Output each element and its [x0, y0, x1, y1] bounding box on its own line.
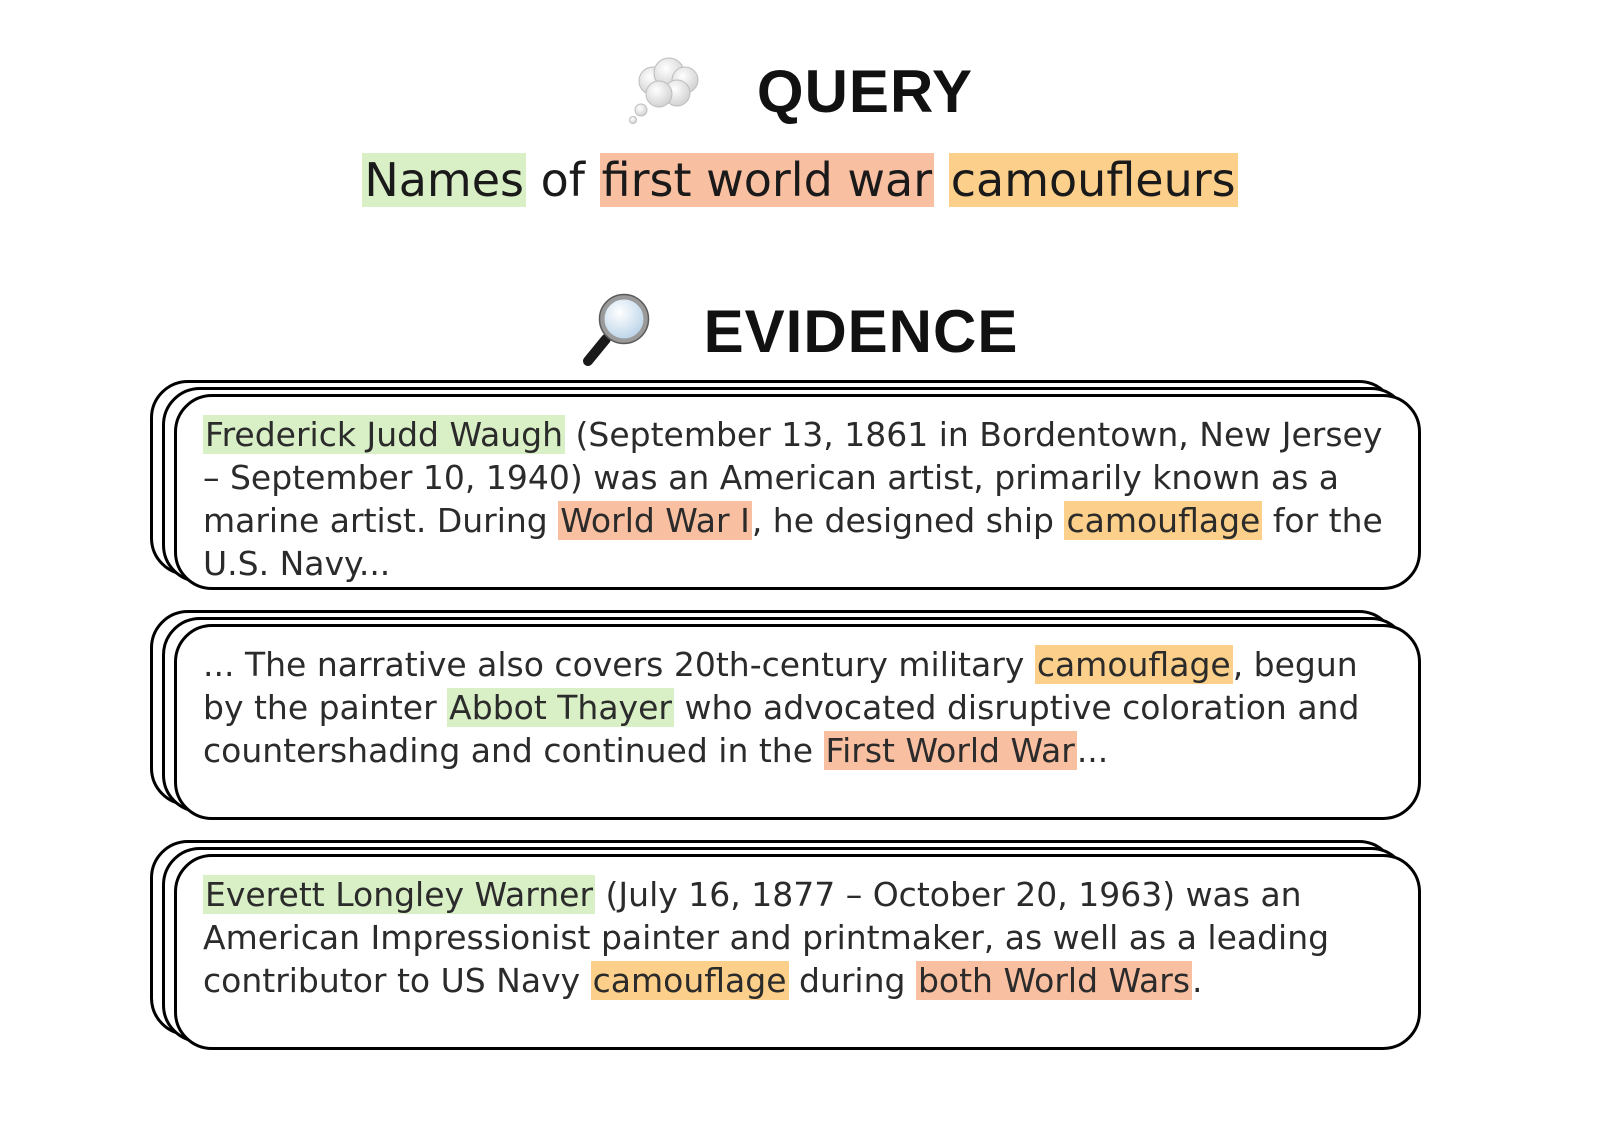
passage-segment: camouflage: [590, 961, 789, 1000]
evidence-card-3: Everett Longley Warner (July 16, 1877 – …: [150, 840, 1450, 1055]
evidence-card-2: ... The narrative also covers 20th-centu…: [150, 610, 1450, 825]
passage-segment: during: [788, 961, 916, 1000]
evidence-card-1: Frederick Judd Waugh (September 13, 1861…: [150, 380, 1450, 595]
evidence-passage: ... The narrative also covers 20th-centu…: [203, 643, 1394, 772]
passage-segment: , he designed ship: [751, 501, 1065, 540]
query-title: QUERY: [756, 57, 974, 125]
query-segment: of: [526, 153, 600, 207]
query-segment: first world war: [599, 153, 935, 207]
evidence-passage: Frederick Judd Waugh (September 13, 1861…: [203, 413, 1394, 585]
card-front: Frederick Judd Waugh (September 13, 1861…: [174, 394, 1421, 590]
query-text: Names of first world war camoufleurs: [0, 148, 1600, 212]
magnifying-glass-icon: [582, 291, 654, 371]
query-segment: Names: [362, 153, 527, 207]
passage-segment: ...: [1076, 731, 1109, 770]
passage-segment: .: [1192, 961, 1203, 1000]
passage-segment: World War I: [558, 501, 752, 540]
query-heading: QUERY: [0, 46, 1600, 136]
passage-segment: camouflage: [1064, 501, 1263, 540]
evidence-passage: Everett Longley Warner (July 16, 1877 – …: [203, 873, 1394, 1002]
query-segment: camoufleurs: [948, 153, 1238, 207]
passage-segment: Abbot Thayer: [447, 688, 674, 727]
evidence-title: EVIDENCE: [703, 297, 1019, 365]
card-front: Everett Longley Warner (July 16, 1877 – …: [174, 854, 1421, 1050]
thought-bubble-icon: [627, 53, 707, 129]
evidence-heading: EVIDENCE: [0, 286, 1600, 376]
passage-segment: camouflage: [1034, 645, 1233, 684]
passage-segment: First World War: [823, 731, 1077, 770]
passage-segment: both World Wars: [915, 961, 1193, 1000]
query-segment: [934, 153, 949, 207]
passage-segment: ... The narrative also covers 20th-centu…: [203, 645, 1035, 684]
card-front: ... The narrative also covers 20th-centu…: [174, 624, 1421, 820]
passage-segment: Everett Longley Warner: [203, 875, 596, 914]
passage-segment: Frederick Judd Waugh: [203, 415, 566, 454]
